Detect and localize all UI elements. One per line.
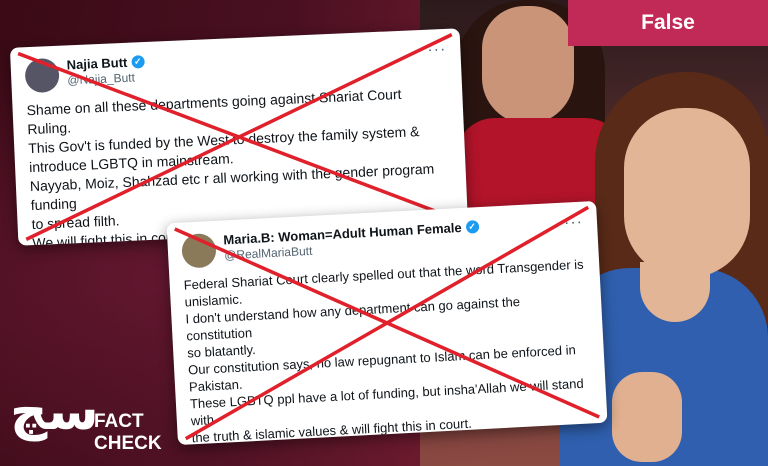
person-front-face <box>624 108 750 278</box>
display-name-text: Najia Butt <box>66 54 128 73</box>
logo-fact-text: FACT <box>94 411 144 432</box>
avatar <box>24 57 60 94</box>
fact-check-logo: سچ FACT CHECK <box>10 382 175 462</box>
verdict-label: False <box>641 11 695 34</box>
logo-check-text: CHECK <box>94 433 162 454</box>
person-back-face <box>482 6 574 124</box>
person-front-hand <box>612 372 682 462</box>
logo-mark: سچ <box>10 382 99 442</box>
more-options-icon[interactable]: ··· <box>427 41 447 60</box>
tweet-card-2: Maria.B: Woman=Adult Human Female ✓ @Rea… <box>166 200 608 446</box>
verified-badge-icon: ✓ <box>131 55 145 69</box>
tweet-author: Najia Butt ✓ @Najia_Butt <box>66 54 145 87</box>
handle: @Najia_Butt <box>67 70 136 88</box>
avatar <box>181 232 217 269</box>
verified-badge-icon: ✓ <box>465 220 479 234</box>
tweet-text: Federal Shariat Court clearly spelled ou… <box>169 247 608 445</box>
verdict-badge: False <box>568 0 768 46</box>
more-options-icon[interactable]: ··· <box>564 214 584 233</box>
